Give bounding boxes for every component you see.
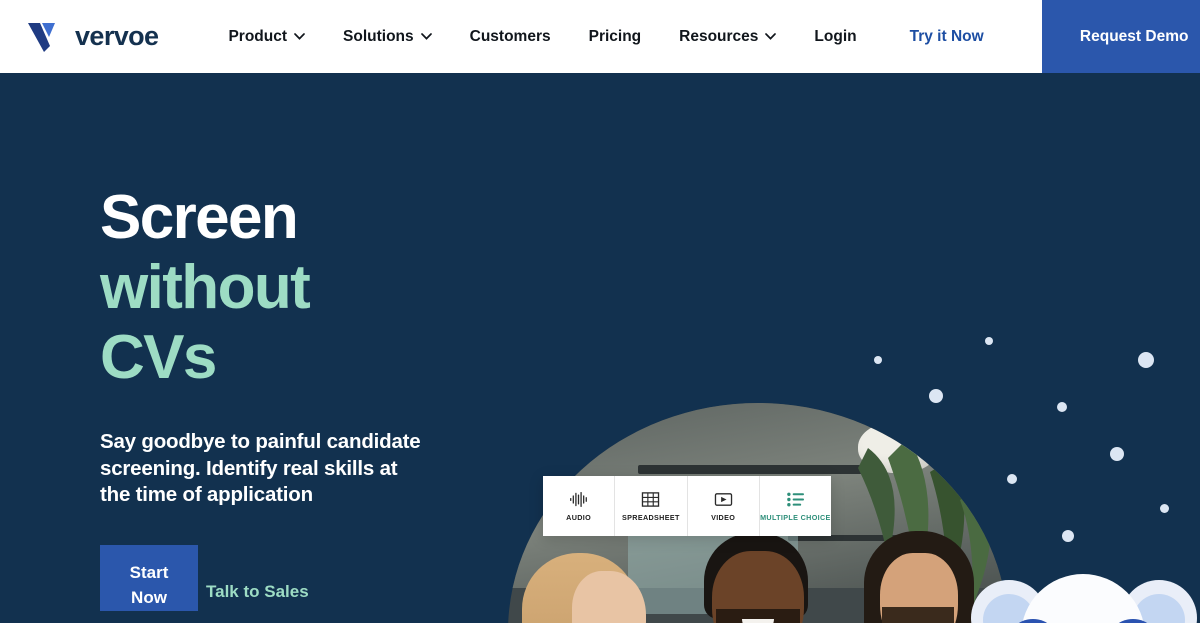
chevron-down-icon bbox=[294, 33, 305, 40]
media-tab-multiple-choice[interactable]: MULTIPLE CHOICE bbox=[760, 476, 831, 536]
decor-dot bbox=[1160, 504, 1169, 513]
hero-cta-row: Start Now Talk to Sales bbox=[100, 545, 530, 611]
decor-dot bbox=[985, 337, 993, 345]
talk-to-sales-link[interactable]: Talk to Sales bbox=[198, 545, 309, 602]
decor-dot bbox=[1062, 530, 1074, 542]
media-tab-spreadsheet[interactable]: SPREADSHEET bbox=[615, 476, 688, 536]
hero-subheadline: Say goodbye to painful candidate screeni… bbox=[100, 430, 421, 507]
nav-item-customers-label: Customers bbox=[469, 27, 551, 45]
headline-line-3: CVs bbox=[100, 323, 217, 393]
media-tab-audio[interactable]: AUDIO bbox=[543, 476, 616, 536]
media-tab-video-label: VIDEO bbox=[711, 512, 736, 522]
nav-item-login-label: Login bbox=[814, 27, 857, 45]
brand-logo[interactable]: vervoe bbox=[26, 0, 159, 73]
nav-item-product[interactable]: Product bbox=[209, 0, 324, 73]
chevron-down-icon bbox=[420, 33, 432, 40]
headline-line-1: Screen bbox=[100, 183, 299, 252]
top-navigation-bar: vervoe Product Solutions Customers Prici… bbox=[0, 0, 1200, 73]
media-tab-audio-label: AUDIO bbox=[566, 512, 592, 522]
nav-actions: Try it Now Request Demo bbox=[876, 0, 1200, 73]
nav-item-solutions[interactable]: Solutions bbox=[324, 0, 451, 73]
decor-dot bbox=[1138, 352, 1154, 368]
checklist-icon bbox=[787, 492, 804, 506]
decor-dot bbox=[1110, 447, 1124, 461]
nav-links: Product Solutions Customers Pricing Reso… bbox=[209, 0, 875, 73]
media-tab-spreadsheet-label: SPREADSHEET bbox=[621, 512, 680, 522]
nav-spacer bbox=[1017, 0, 1042, 73]
decor-dot bbox=[1057, 402, 1067, 412]
decor-dot bbox=[874, 356, 882, 364]
video-play-icon bbox=[714, 492, 732, 506]
start-now-button[interactable]: Start Now bbox=[100, 545, 198, 611]
page-title: Screen without CVs bbox=[100, 183, 530, 393]
spreadsheet-grid-icon bbox=[642, 491, 660, 507]
media-tab-video[interactable]: VIDEO bbox=[688, 476, 760, 536]
nav-item-resources[interactable]: Resources bbox=[660, 0, 795, 73]
decor-dot bbox=[1007, 474, 1017, 484]
photo-beam bbox=[638, 464, 868, 474]
brand-wordmark: vervoe bbox=[75, 21, 159, 51]
headline-line-2: without bbox=[100, 253, 311, 323]
page-root: vervoe Product Solutions Customers Prici… bbox=[0, 0, 1200, 623]
nav-item-login[interactable]: Login bbox=[795, 0, 875, 73]
hero-copy: Screen without CVs Say goodbye to painfu… bbox=[100, 183, 530, 611]
nav-item-solutions-label: Solutions bbox=[343, 27, 414, 45]
audio-waveform-icon bbox=[570, 491, 588, 507]
nav-item-customers[interactable]: Customers bbox=[451, 0, 570, 73]
assessment-type-tabs: AUDIO SPREADSHEET VIDEO MULTIPLE CHOICE bbox=[543, 476, 831, 536]
decor-dot bbox=[929, 389, 943, 403]
chevron-down-icon bbox=[765, 33, 777, 40]
try-it-now-link[interactable]: Try it Now bbox=[876, 0, 1018, 73]
nav-item-pricing-label: Pricing bbox=[588, 27, 642, 45]
nav-item-resources-label: Resources bbox=[679, 27, 759, 45]
nav-item-product-label: Product bbox=[228, 27, 288, 45]
koala-mascot bbox=[963, 570, 1200, 623]
vervoe-v-logo-icon bbox=[28, 22, 55, 52]
request-demo-button[interactable]: Request Demo bbox=[1041, 0, 1200, 73]
koala-with-sunglasses-icon bbox=[971, 574, 1197, 623]
hero-section: AUDIO SPREADSHEET VIDEO MULTIPLE CHOICE … bbox=[0, 73, 1200, 623]
media-tab-multiple-choice-label: MULTIPLE CHOICE bbox=[760, 512, 831, 522]
nav-item-pricing[interactable]: Pricing bbox=[570, 0, 661, 73]
